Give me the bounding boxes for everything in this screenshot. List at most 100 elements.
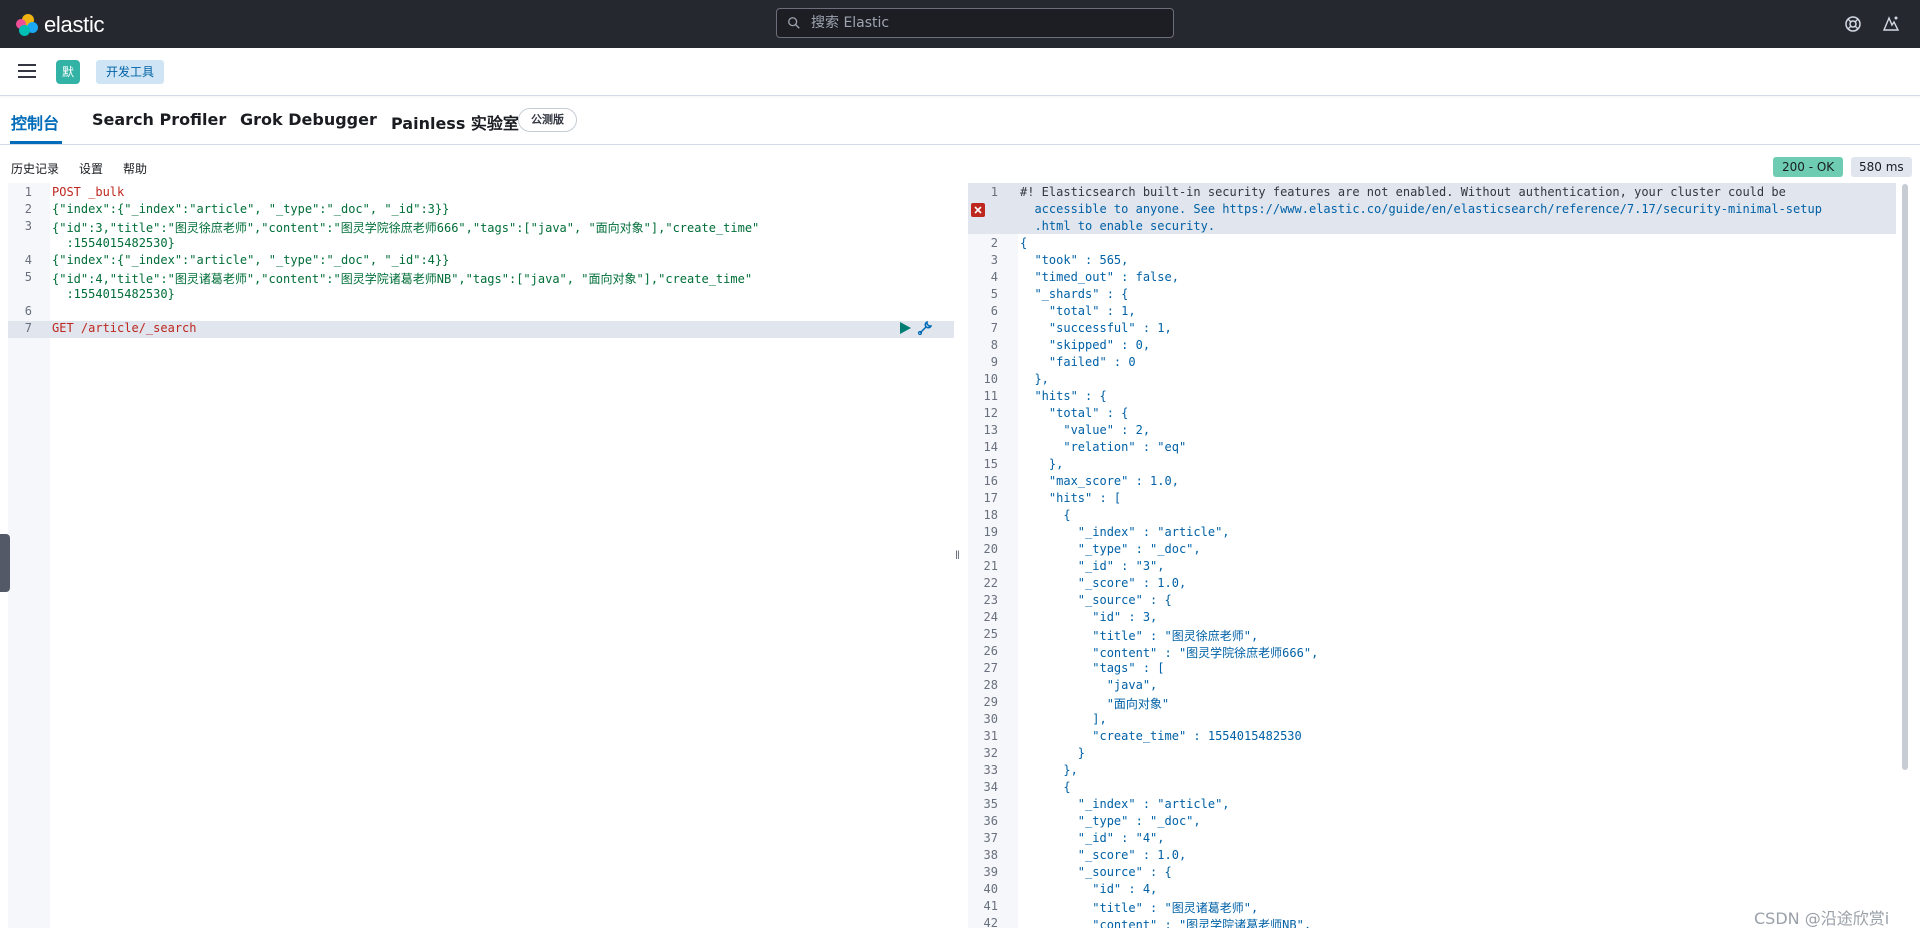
watermark: CSDN @沿途欣赏i xyxy=(1754,909,1890,928)
code-line: "id" : 3, xyxy=(1020,610,1158,624)
code-line: "_type" : "_doc", xyxy=(1020,814,1201,828)
line-number: 35 xyxy=(983,797,998,811)
line-number: 11 xyxy=(983,389,998,403)
response-viewer[interactable]: 1 #! Elasticsearch built-in security feat… xyxy=(968,183,1896,928)
line-number: 34 xyxy=(983,780,998,794)
code-line: } xyxy=(1020,746,1086,760)
line-number: 21 xyxy=(983,559,998,573)
news-feed-icon[interactable] xyxy=(1880,13,1902,35)
line-number: 39 xyxy=(983,865,998,879)
pane-resize-handle[interactable]: ‖ xyxy=(955,548,963,562)
request-editor[interactable]: 1 POST _bulk 2 {"index":{"_index":"article"… xyxy=(8,183,954,928)
code-line: "content" : "图灵学院徐庶老师666", xyxy=(1020,646,1319,660)
elastic-logo-icon xyxy=(16,14,38,36)
search-input[interactable] xyxy=(809,14,1153,32)
tab-grok-debugger[interactable]: Grok Debugger xyxy=(240,110,377,129)
line-number: 4 xyxy=(24,253,32,267)
code-line: "_shards" : { xyxy=(1020,287,1129,301)
settings-link[interactable]: 设置 xyxy=(79,160,103,177)
line-number: 13 xyxy=(983,423,998,437)
breadcrumb-dev-tools[interactable]: 开发工具 xyxy=(96,60,165,84)
warning-icon xyxy=(971,203,985,217)
line-number: 6 xyxy=(24,304,32,318)
line-number: 20 xyxy=(983,542,998,556)
line-number: 2 xyxy=(990,236,998,250)
dev-tools-tabs: 控制台 Search Profiler Grok Debugger Painle… xyxy=(0,96,1920,145)
elastic-logo[interactable]: elastic xyxy=(16,12,105,38)
code-line: "_source" : { xyxy=(1020,865,1172,879)
line-number: 19 xyxy=(983,525,998,539)
line-number: 42 xyxy=(983,916,998,928)
hamburger-menu-icon[interactable] xyxy=(18,64,36,78)
code-line: "面向对象" xyxy=(1020,697,1170,711)
code-line: {"id":4,"title":"图灵诸葛老师","content":"图灵学院… xyxy=(52,272,753,286)
wrench-icon[interactable] xyxy=(916,319,934,337)
code-line: { xyxy=(1020,780,1071,794)
code-line: { xyxy=(1020,236,1028,250)
top-header: elastic xyxy=(0,0,1920,48)
search-icon xyxy=(788,17,800,29)
code-line: }, xyxy=(1020,457,1064,471)
code-line: "id" : 4, xyxy=(1020,882,1158,896)
code-line: "title" : "图灵徐庶老师", xyxy=(1020,629,1259,643)
line-number: 5 xyxy=(24,270,32,284)
line-number: 6 xyxy=(990,304,998,318)
line-number: 32 xyxy=(983,746,998,760)
code-line: "hits" : { xyxy=(1020,389,1107,403)
code-line: "_score" : 1.0, xyxy=(1020,848,1187,862)
beta-badge: 公测版 xyxy=(518,108,577,132)
help-link[interactable]: 帮助 xyxy=(123,160,147,177)
line-number: 17 xyxy=(983,491,998,505)
line-number: 38 xyxy=(983,848,998,862)
response-time-badge: 580 ms xyxy=(1851,157,1912,177)
code-line: }, xyxy=(1020,763,1078,777)
line-number: 5 xyxy=(990,287,998,301)
code-line: "_type" : "_doc", xyxy=(1020,542,1201,556)
code-line: "title" : "图灵诸葛老师", xyxy=(1020,901,1259,915)
code-line: .html to enable security. xyxy=(1020,219,1216,233)
tab-painless-lab[interactable]: Painless 实验室 xyxy=(391,110,519,134)
line-number: 30 xyxy=(983,712,998,726)
tab-search-profiler[interactable]: Search Profiler xyxy=(92,110,226,129)
code-line: "max_score" : 1.0, xyxy=(1020,474,1179,488)
run-request-icon[interactable] xyxy=(898,321,912,335)
side-panel-handle[interactable] xyxy=(0,534,10,592)
code-line: {"index":{"_index":"article", "_type":"_… xyxy=(52,253,450,267)
code-line: "relation" : "eq" xyxy=(1020,440,1187,454)
code-line: "value" : 2, xyxy=(1020,423,1151,437)
line-number: 25 xyxy=(983,627,998,641)
code-line: "java", xyxy=(1020,678,1158,692)
code-line: "skipped" : 0, xyxy=(1020,338,1151,352)
response-scrollbar[interactable] xyxy=(1902,184,1908,770)
code-line: "total" : { xyxy=(1020,406,1129,420)
line-number: 29 xyxy=(983,695,998,709)
code-line: #! Elasticsearch built-in security featu… xyxy=(1020,185,1786,199)
help-menu-icon[interactable] xyxy=(1842,13,1864,35)
line-number: 22 xyxy=(983,576,998,590)
code-line: "hits" : [ xyxy=(1020,491,1122,505)
line-number: 33 xyxy=(983,763,998,777)
line-number: 12 xyxy=(983,406,998,420)
line-number: 1 xyxy=(990,185,998,199)
line-number: 41 xyxy=(983,899,998,913)
code-line: "_id" : "4", xyxy=(1020,831,1165,845)
code-line: "create_time" : 1554015482530 xyxy=(1020,729,1302,743)
code-line: POST _bulk xyxy=(52,185,125,199)
history-link[interactable]: 历史记录 xyxy=(11,160,59,177)
line-number: 14 xyxy=(983,440,998,454)
code-line: {"id":3,"title":"图灵徐庶老师","content":"图灵学院… xyxy=(52,221,760,235)
space-avatar[interactable]: 默 xyxy=(56,60,80,84)
code-line: :1554015482530} xyxy=(52,287,175,301)
tab-console[interactable]: 控制台 xyxy=(11,110,59,134)
code-line: ], xyxy=(1020,712,1107,726)
code-line: {"index":{"_index":"article", "_type":"_… xyxy=(52,202,450,216)
line-number: 2 xyxy=(24,202,32,216)
line-number: 16 xyxy=(983,474,998,488)
line-number: 15 xyxy=(983,457,998,471)
line-number: 27 xyxy=(983,661,998,675)
line-number: 9 xyxy=(990,355,998,369)
global-search[interactable] xyxy=(776,8,1174,38)
line-number: 4 xyxy=(990,270,998,284)
line-number: 1 xyxy=(24,185,32,199)
line-number: 36 xyxy=(983,814,998,828)
